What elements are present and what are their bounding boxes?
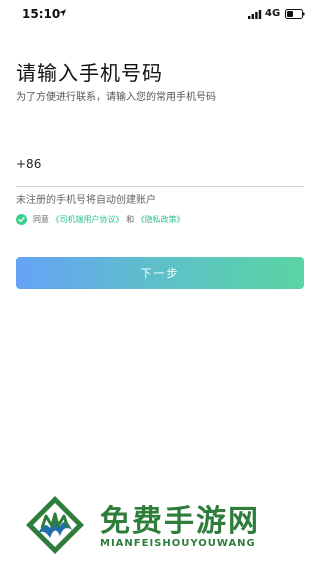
privacy-policy-link[interactable]: 《隐私政策》 — [137, 215, 185, 224]
status-time: 15:10 — [22, 7, 61, 21]
battery-icon — [285, 9, 305, 19]
watermark-logo — [26, 496, 84, 554]
agreement-text: 同意 《司机端用户协议》 和 《隐私政策》 — [33, 214, 185, 225]
user-agreement-link[interactable]: 《司机端用户协议》 — [52, 215, 124, 224]
watermark: 免费手游网 MIANFEISHOUYOUWANG — [0, 488, 320, 569]
signal-bars-icon — [248, 10, 262, 19]
phone-field[interactable]: +86 — [16, 150, 304, 187]
agreement-prefix: 同意 — [33, 215, 49, 224]
check-icon — [18, 216, 25, 223]
agreement-conjunction: 和 — [126, 215, 135, 224]
network-type: 4G — [265, 8, 281, 19]
watermark-title: 免费手游网 — [100, 504, 260, 539]
page-title: 请输入手机号码 — [16, 61, 163, 85]
page-subtitle: 为了方便进行联系，请输入您的常用手机号码 — [16, 92, 216, 103]
auto-register-note: 未注册的手机号将自动创建账户 — [16, 195, 156, 206]
location-arrow-icon — [58, 9, 67, 17]
agreement-checkbox[interactable] — [16, 214, 27, 225]
status-bar: 15:10 4G — [0, 0, 320, 30]
watermark-subtitle: MIANFEISHOUYOUWANG — [100, 538, 256, 549]
next-button[interactable]: 下一步 — [16, 257, 304, 289]
phone-input[interactable] — [50, 154, 300, 178]
country-code[interactable]: +86 — [16, 157, 41, 171]
